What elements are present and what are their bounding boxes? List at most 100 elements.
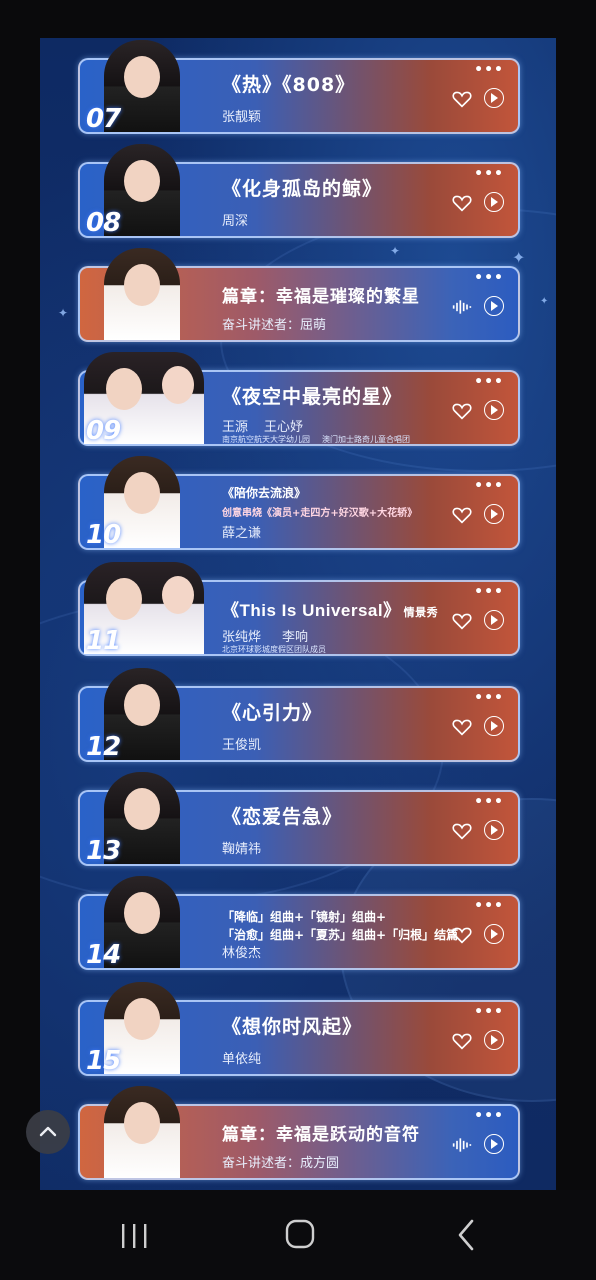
performer-name: 王源 <box>222 420 249 435</box>
narrator-photo <box>104 1086 180 1178</box>
program-title: 《热》《808》 <box>222 74 356 96</box>
performer-name: 鞠婧祎 <box>222 842 262 857</box>
home-button[interactable] <box>270 1210 330 1260</box>
play-icon[interactable] <box>484 716 504 736</box>
play-icon[interactable] <box>484 1030 504 1050</box>
chapter-card[interactable]: 篇章：幸福是跃动的音符 奋斗讲述者：成方圆 ••• <box>78 1086 520 1180</box>
performer-name: 周深 <box>222 214 249 229</box>
performer-note: 南京航空航天大学幼儿园 <box>222 435 310 444</box>
play-icon[interactable] <box>484 820 504 840</box>
play-icon[interactable] <box>484 924 504 944</box>
performer-note: 澳门加士路奇儿童合唱团 <box>322 435 410 444</box>
play-icon[interactable] <box>484 610 504 630</box>
back-button[interactable] <box>438 1210 498 1260</box>
program-number: 15 <box>86 1046 121 1076</box>
program-title: 《心引力》 <box>222 702 323 724</box>
narrator-photo <box>104 248 180 340</box>
program-title: 《想你时风起》 <box>222 1016 363 1038</box>
play-icon[interactable] <box>484 192 504 212</box>
program-number: 10 <box>86 520 121 550</box>
sparkle-icon: ✦ <box>512 248 526 267</box>
program-card[interactable]: 13 《恋爱告急》 鞠婧祎 ••• <box>78 772 520 866</box>
program-card[interactable]: 07 《热》《808》 张靓颖 ••• <box>78 40 520 134</box>
narrator-name: 奋斗讲述者：成方圆 <box>222 1156 340 1171</box>
program-number: 09 <box>86 416 121 446</box>
program-title: 《恋爱告急》 <box>222 806 343 828</box>
program-title: 《化身孤岛的鲸》 <box>222 178 383 200</box>
program-number: 11 <box>86 626 121 656</box>
heart-icon[interactable] <box>452 194 472 212</box>
recents-icon <box>122 1224 147 1248</box>
more-dots-icon[interactable]: ••• <box>474 898 504 914</box>
program-number: 07 <box>86 104 121 134</box>
heart-icon[interactable] <box>452 402 472 420</box>
program-card[interactable]: 14 「降临」组曲+「镜射」组曲+ 「治愈」组曲+「夏苏」组曲+「归根」结篇 林… <box>78 876 520 970</box>
program-card[interactable]: 15 《想你时风起》 单依纯 ••• <box>78 982 520 1076</box>
program-title-text: 《This Is Universal》 <box>222 601 401 620</box>
program-title: 「降临」组曲+「镜射」组曲+ <box>222 910 387 924</box>
heart-icon[interactable] <box>452 822 472 840</box>
chapter-title: 篇章：幸福是跃动的音符 <box>222 1125 420 1145</box>
more-dots-icon[interactable]: ••• <box>474 584 504 600</box>
narrator-name: 奋斗讲述者：屈萌 <box>222 318 327 333</box>
program-card[interactable]: 10 《陪你去流浪》 创意串烧《演员+走四方+好汉歌+大花轿》 薛之谦 ••• <box>78 456 520 550</box>
program-title: 《陪你去流浪》 <box>222 486 307 500</box>
program-number: 12 <box>86 732 121 762</box>
performer-name: 王俊凯 <box>222 738 262 753</box>
heart-icon[interactable] <box>452 612 472 630</box>
performer-name: 单依纯 <box>222 1052 262 1067</box>
sparkle-icon: ✦ <box>390 244 401 258</box>
sparkle-icon: ✦ <box>540 296 549 307</box>
performer-note: 北京环球影城度假区团队成员 <box>222 645 326 654</box>
program-title-suffix: 情景秀 <box>403 607 439 619</box>
more-dots-icon[interactable]: ••• <box>474 478 504 494</box>
program-card[interactable]: 12 《心引力》 王俊凯 ••• <box>78 668 520 762</box>
program-card[interactable]: 11 《This Is Universal》 情景秀 张纯烨 李响 北京环球影城度… <box>78 562 520 656</box>
audio-wave-icon <box>452 1138 472 1152</box>
heart-icon[interactable] <box>452 1032 472 1050</box>
chapter-title: 篇章：幸福是璀璨的繁星 <box>222 287 420 307</box>
play-icon[interactable] <box>484 400 504 420</box>
more-dots-icon[interactable]: ••• <box>474 374 504 390</box>
heart-icon[interactable] <box>452 90 472 108</box>
performer-name: 林俊杰 <box>222 946 262 961</box>
play-icon[interactable] <box>484 1134 504 1154</box>
chevron-up-icon <box>39 1126 57 1137</box>
scroll-to-top-button[interactable] <box>26 1110 70 1154</box>
program-card[interactable]: 08 《化身孤岛的鲸》 周深 ••• <box>78 144 520 238</box>
chapter-card[interactable]: 篇章：幸福是璀璨的繁星 奋斗讲述者：屈萌 ••• <box>78 248 520 342</box>
audio-wave-icon <box>452 300 472 314</box>
performer-name: 薛之谦 <box>222 526 262 541</box>
heart-icon[interactable] <box>452 926 472 944</box>
more-dots-icon[interactable]: ••• <box>474 1108 504 1124</box>
performer-name: 李响 <box>282 630 309 645</box>
program-subtitle: 创意串烧《演员+走四方+好汉歌+大花轿》 <box>222 508 418 519</box>
play-icon[interactable] <box>484 504 504 524</box>
program-number: 14 <box>86 940 121 970</box>
performer-name: 张靓颖 <box>222 110 262 125</box>
heart-icon[interactable] <box>452 506 472 524</box>
play-icon[interactable] <box>484 296 504 316</box>
program-number: 08 <box>86 208 121 238</box>
more-dots-icon[interactable]: ••• <box>474 270 504 286</box>
heart-icon[interactable] <box>452 718 472 736</box>
more-dots-icon[interactable]: ••• <box>474 1004 504 1020</box>
program-number: 13 <box>86 836 121 866</box>
more-dots-icon[interactable]: ••• <box>474 62 504 78</box>
more-dots-icon[interactable]: ••• <box>474 794 504 810</box>
back-icon <box>458 1219 474 1251</box>
performer-name: 王心妤 <box>264 420 304 435</box>
more-dots-icon[interactable]: ••• <box>474 166 504 182</box>
program-subtitle: 「治愈」组曲+「夏苏」组曲+「归根」结篇 <box>222 928 459 942</box>
more-dots-icon[interactable]: ••• <box>474 690 504 706</box>
system-navigation-bar <box>0 1190 596 1280</box>
program-title: 《This Is Universal》 情景秀 <box>222 596 438 621</box>
sparkle-icon: ✦ <box>58 306 69 320</box>
play-icon[interactable] <box>484 88 504 108</box>
performer-name: 张纯烨 <box>222 630 262 645</box>
program-card[interactable]: 09 《夜空中最亮的星》 王源 王心妤 南京航空航天大学幼儿园 澳门加士路奇儿童… <box>78 352 520 446</box>
program-title: 《夜空中最亮的星》 <box>222 386 403 408</box>
program-list-panel: ✦ ✦ ✦ ✦ ✦ 07 《热》《808》 张靓颖 ••• 08 《化身孤岛的鲸… <box>40 38 556 1190</box>
home-icon <box>285 1219 315 1249</box>
recents-button[interactable] <box>104 1210 164 1260</box>
